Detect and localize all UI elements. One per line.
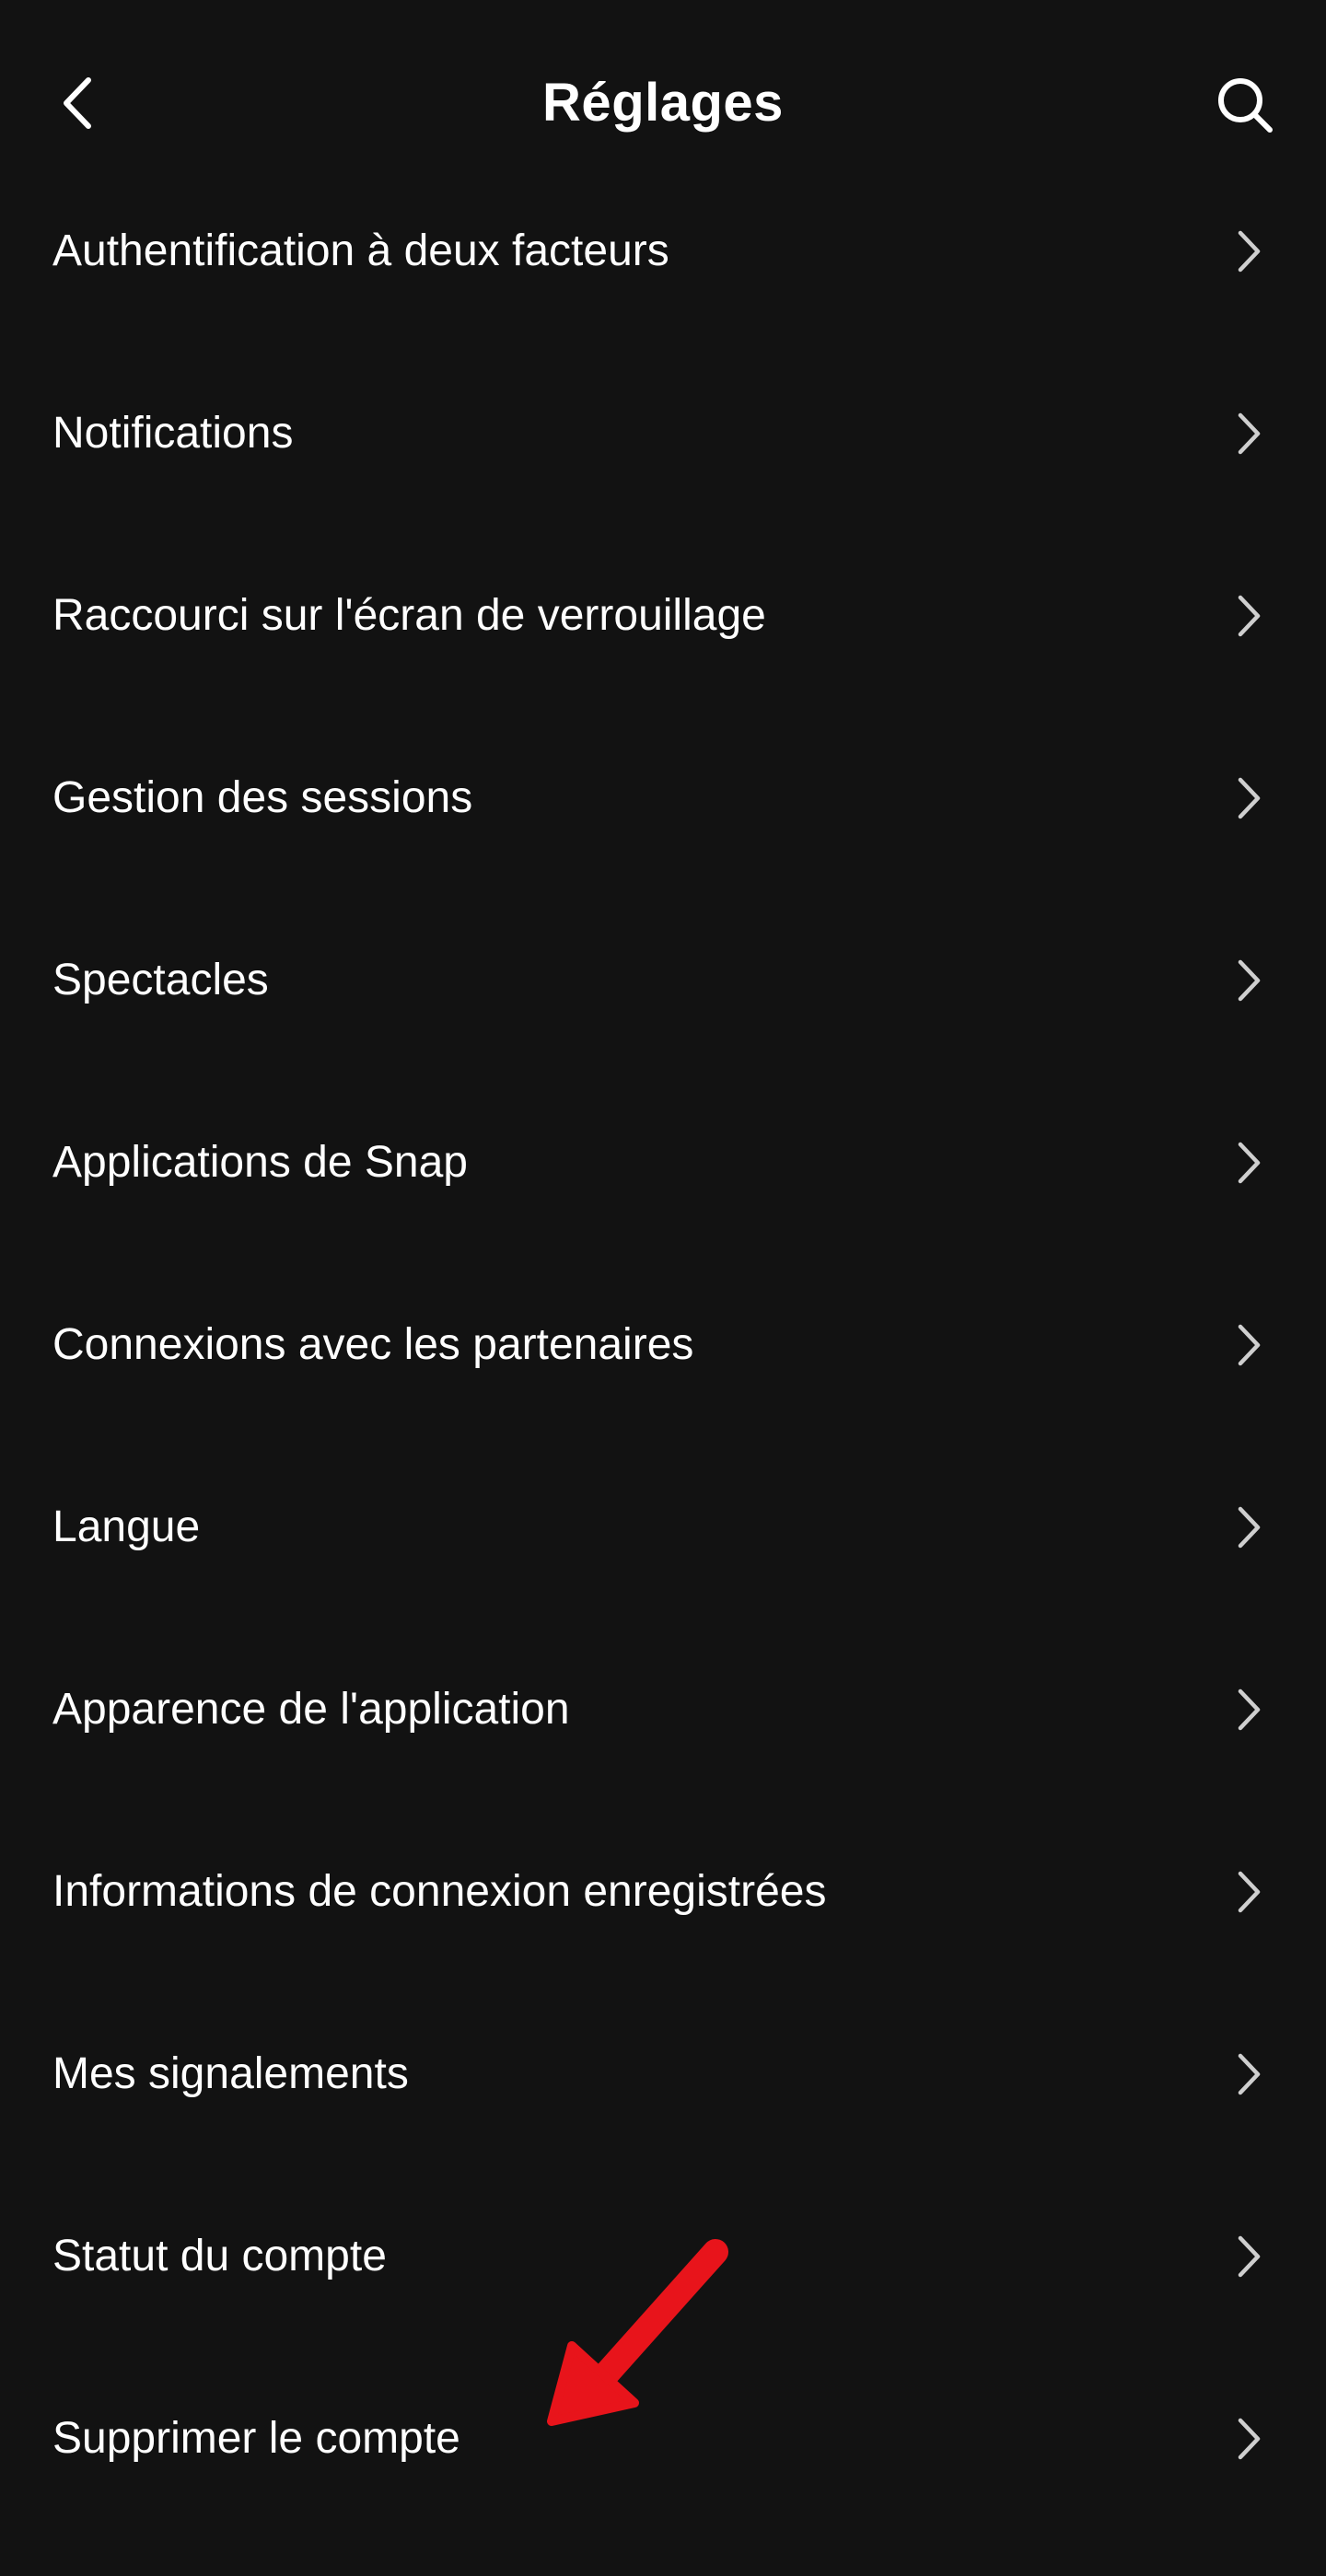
chevron-right-icon <box>1230 1867 1267 1917</box>
chevron-right-icon <box>1230 1138 1267 1188</box>
settings-item-language[interactable]: Langue <box>0 1436 1326 1619</box>
settings-item-delete-account[interactable]: Supprimer le compte <box>0 2348 1326 2530</box>
chevron-right-icon <box>1230 1685 1267 1735</box>
settings-item-label: Notifications <box>52 409 294 458</box>
settings-item-label: Authentification à deux facteurs <box>52 226 669 275</box>
chevron-right-icon <box>1230 591 1267 641</box>
settings-item-label: Supprimer le compte <box>52 2414 460 2463</box>
chevron-right-icon <box>1230 1503 1267 1552</box>
settings-item-label: Gestion des sessions <box>52 773 473 822</box>
chevron-right-icon <box>1230 1320 1267 1370</box>
settings-item-notifications[interactable]: Notifications <box>0 342 1326 525</box>
settings-list: Authentification à deux facteurs Notific… <box>0 160 1326 2530</box>
settings-item-label: Informations de connexion enregistrées <box>52 1867 827 1916</box>
search-icon <box>1218 78 1273 133</box>
settings-item-saved-login-info[interactable]: Informations de connexion enregistrées <box>0 1801 1326 1983</box>
settings-item-two-factor-auth[interactable]: Authentification à deux facteurs <box>0 160 1326 342</box>
settings-item-app-appearance[interactable]: Apparence de l'application <box>0 1619 1326 1801</box>
chevron-right-icon <box>1230 956 1267 1005</box>
page-title: Réglages <box>542 73 784 133</box>
chevron-right-icon <box>1230 773 1267 823</box>
chevron-right-icon <box>1230 2414 1267 2464</box>
settings-item-label: Connexions avec les partenaires <box>52 1320 694 1369</box>
chevron-right-icon <box>1230 226 1267 276</box>
chevron-right-icon <box>1230 409 1267 458</box>
settings-item-spectacles[interactable]: Spectacles <box>0 889 1326 1072</box>
settings-item-session-management[interactable]: Gestion des sessions <box>0 707 1326 889</box>
settings-item-label: Raccourci sur l'écran de verrouillage <box>52 591 766 640</box>
settings-item-label: Langue <box>52 1503 201 1551</box>
settings-item-label: Mes signalements <box>52 2049 409 2098</box>
chevron-right-icon <box>1230 2232 1267 2281</box>
settings-item-label: Statut du compte <box>52 2232 387 2280</box>
settings-item-label: Apparence de l'application <box>52 1685 570 1734</box>
settings-item-account-status[interactable]: Statut du compte <box>0 2165 1326 2348</box>
settings-item-snap-apps[interactable]: Applications de Snap <box>0 1072 1326 1254</box>
settings-item-label: Applications de Snap <box>52 1138 468 1187</box>
settings-item-label: Spectacles <box>52 956 269 1004</box>
settings-item-my-reports[interactable]: Mes signalements <box>0 1983 1326 2165</box>
chevron-right-icon <box>1230 2049 1267 2099</box>
search-button[interactable] <box>1210 70 1280 140</box>
settings-item-partner-connections[interactable]: Connexions avec les partenaires <box>0 1254 1326 1436</box>
settings-item-lock-screen-shortcut[interactable]: Raccourci sur l'écran de verrouillage <box>0 525 1326 707</box>
